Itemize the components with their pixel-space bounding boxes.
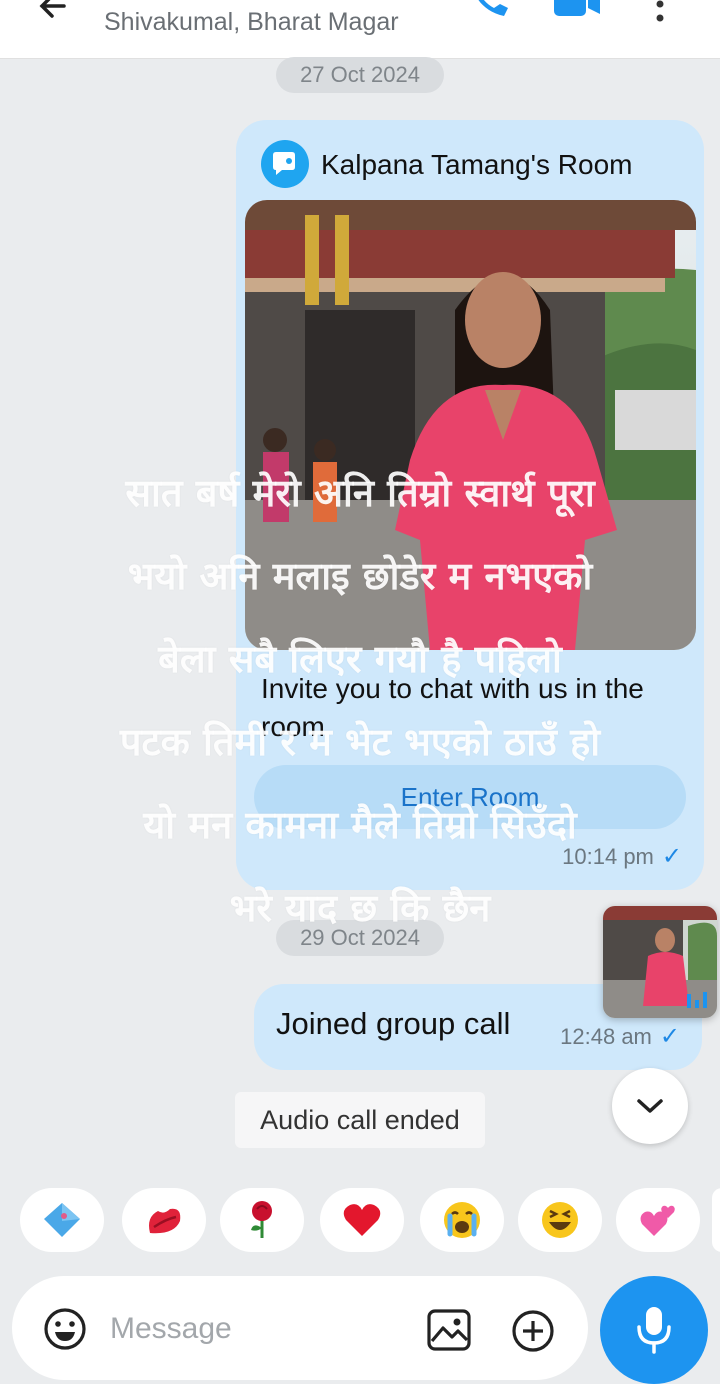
laughing-face-icon [542,1202,578,1238]
caption-line: बेला सबै लिएर गयौ है पहिलो [158,637,562,681]
message-meta: 12:48 am ✓ [560,1022,680,1051]
smiley-icon[interactable] [42,1306,88,1352]
caption-line: भयो अनि मलाइ छोडेर म नभएको [127,554,593,598]
caption-line: पटक तिमी र म भेट भएको ठाउँ हो [119,720,601,764]
message-text: Joined group call [276,1006,511,1041]
back-arrow-icon[interactable] [34,0,74,26]
video-camera-icon[interactable] [552,0,602,20]
overlay-caption: सात बर्ष मेरो अनि तिम्रो स्वार्थ पूरा भय… [30,452,690,950]
reaction-laughing[interactable] [518,1188,602,1252]
caption-line: सात बर्ष मेरो अनि तिम्रो स्वार्थ पूरा [125,471,595,515]
crying-face-icon [444,1202,480,1238]
quick-reaction-bar [0,1188,720,1252]
chevron-down-icon [637,1099,663,1113]
reaction-gem[interactable] [20,1188,104,1252]
message-composer [12,1276,588,1380]
date-separator: 27 Oct 2024 [276,57,444,93]
call-ended-notice: Audio call ended [235,1092,485,1148]
heart-icon [343,1204,381,1236]
microphone-icon [637,1307,671,1354]
gem-icon [44,1203,80,1237]
plus-circle-icon[interactable] [510,1308,556,1354]
caption-line: यो मन कामना मैले तिम्रो सिउँदो [143,803,577,847]
scroll-to-bottom-button[interactable] [612,1068,688,1144]
kiss-lips-icon [149,1208,181,1234]
more-vert-icon[interactable] [650,0,670,24]
phone-icon[interactable] [468,0,512,20]
rose-icon [251,1201,272,1238]
reaction-heart[interactable] [320,1188,404,1252]
chat-header: Shivakumal, Bharat Magar [0,0,720,59]
reaction-crying[interactable] [420,1188,504,1252]
room-logo-icon [261,140,309,188]
message-input[interactable] [108,1306,412,1352]
audio-level-icon [687,992,707,1008]
room-title: Kalpana Tamang's Room [321,149,633,180]
microphone-button[interactable] [600,1276,708,1384]
reaction-more[interactable] [712,1188,720,1252]
reaction-two-hearts[interactable] [616,1188,700,1252]
chat-subtitle: Shivakumal, Bharat Magar [104,8,399,36]
two-hearts-icon [640,1205,675,1236]
message-time: 12:48 am [560,1024,652,1049]
image-gallery-icon[interactable] [426,1308,472,1352]
caption-line: भरे याद छ कि छैन [229,886,491,930]
reaction-rose[interactable] [220,1188,304,1252]
sent-check-icon: ✓ [659,1023,680,1050]
reaction-kiss[interactable] [122,1188,206,1252]
